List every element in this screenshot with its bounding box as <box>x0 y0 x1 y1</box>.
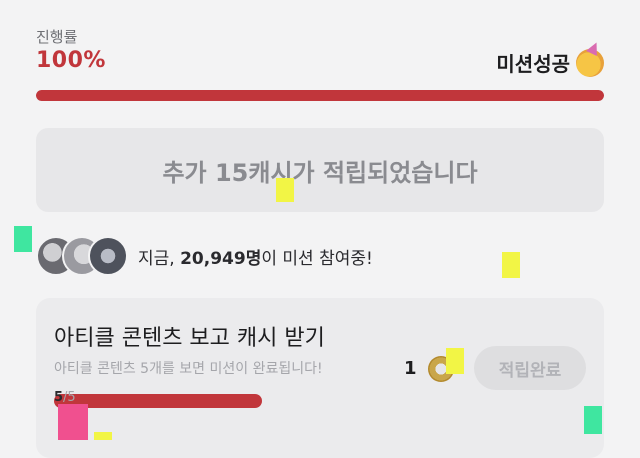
mission-description: 아티클 콘텐츠 5개를 보면 미션이 완료됩니다! <box>54 361 323 377</box>
progress-value: 100% <box>36 48 106 73</box>
reward-amount: 1 <box>404 358 417 379</box>
mission-progress-done: 5 <box>54 390 64 405</box>
marker-yellow <box>502 252 520 278</box>
marker-pink <box>58 404 88 440</box>
mission-progress-count: 5/5 <box>54 390 76 405</box>
marker-yellow <box>94 432 112 440</box>
participants-prefix: 지금, <box>138 248 181 269</box>
progress-label: 진행률 <box>36 28 78 46</box>
marker-green <box>14 226 32 252</box>
avatar <box>88 236 128 276</box>
mission-status-text: 미션성공 <box>496 52 570 76</box>
marker-green <box>584 406 602 434</box>
progress-bar <box>36 90 604 101</box>
mission-progress-total: /5 <box>63 390 76 405</box>
mission-card[interactable]: 아티클 콘텐츠 보고 캐시 받기 아티클 콘텐츠 5개를 보면 미션이 완료됩니… <box>36 298 604 458</box>
mission-title: 아티클 콘텐츠 보고 캐시 받기 <box>54 326 325 351</box>
mission-page: 진행률 100% 미션성공 추가 15캐시가 적립되었습니다 지금, 20,94… <box>0 0 640 458</box>
marker-yellow <box>276 178 294 202</box>
reward-banner: 추가 15캐시가 적립되었습니다 <box>36 128 604 212</box>
participants-suffix: 이 미션 참여중! <box>261 248 373 269</box>
claim-complete-button[interactable]: 적립완료 <box>474 346 586 390</box>
participants-text: 지금, 20,949명이 미션 참여중! <box>138 244 373 269</box>
mission-status: 미션성공 <box>496 48 604 77</box>
participants-count: 20,949명 <box>180 248 262 269</box>
party-face-icon <box>576 48 604 77</box>
participants-row: 지금, 20,949명이 미션 참여중! <box>36 236 373 276</box>
progress-bar-fill <box>36 90 604 101</box>
marker-yellow <box>446 348 464 374</box>
reward-banner-text: 추가 15캐시가 적립되었습니다 <box>162 158 478 187</box>
